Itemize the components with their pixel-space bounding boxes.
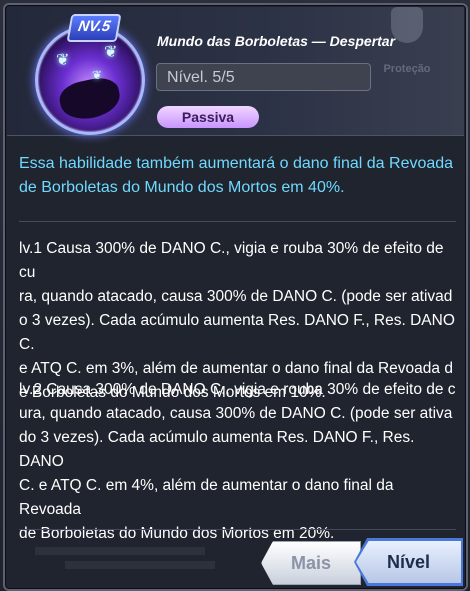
level-2-description: lv.2 Causa 300% de DANO C., vigia e roub…	[19, 381, 456, 542]
skill-level-badge: NV.5	[66, 14, 122, 42]
skill-level-field: Nível. 5/5	[156, 63, 371, 91]
skill-type-badge: Passiva	[157, 106, 259, 128]
skill-title: Mundo das Borboletas — Despertar	[157, 33, 396, 49]
divider	[19, 221, 456, 222]
divider	[19, 529, 456, 530]
footer-buttons: Mais Nível	[261, 538, 463, 587]
protection-label: Proteção	[383, 63, 431, 75]
more-button[interactable]: Mais	[261, 541, 361, 585]
skill-tooltip-panel: Proteção ❦ ❦ ❦ NV.5 Mundo das Borboletas…	[3, 3, 468, 591]
skill-highlight-description: Essa habilidade também aumentará o dano …	[19, 155, 454, 196]
background-ghost-text	[35, 545, 245, 573]
level-button[interactable]: Nível	[356, 541, 461, 583]
shield-icon	[391, 7, 423, 43]
